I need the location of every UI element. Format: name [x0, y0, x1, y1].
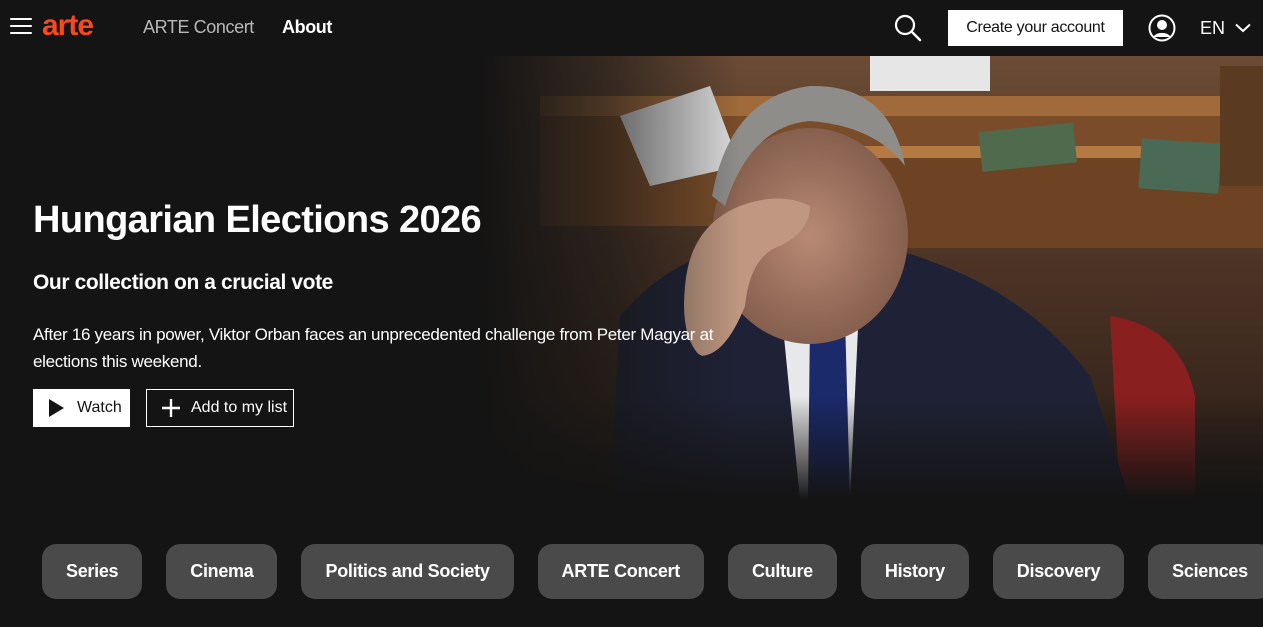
hero-title: Hungarian Elections 2026	[33, 199, 482, 241]
category-discovery[interactable]: Discovery	[992, 544, 1125, 599]
nav-link-arte-concert[interactable]: ARTE Concert	[143, 17, 254, 38]
watch-button-label: Watch	[77, 399, 122, 416]
add-to-list-label: Add to my list	[191, 399, 288, 416]
category-politics-and-society[interactable]: Politics and Society	[301, 544, 514, 599]
category-sciences[interactable]: Sciences	[1148, 544, 1263, 599]
play-icon	[49, 399, 64, 417]
hero-gradient-overlay-bottom	[480, 396, 1263, 500]
category-chips: Series Cinema Politics and Society ARTE …	[42, 544, 1263, 599]
top-navigation-bar: arte ARTE Concert About Create your acco…	[0, 0, 1263, 56]
hero-subtitle: Our collection on a crucial vote	[33, 271, 333, 294]
plus-icon	[162, 399, 180, 417]
hero-description: After 16 years in power, Viktor Orban fa…	[33, 325, 714, 371]
category-arte-concert[interactable]: ARTE Concert	[537, 544, 704, 599]
user-account-icon[interactable]	[1148, 14, 1176, 42]
chevron-down-icon	[1235, 23, 1251, 33]
category-culture[interactable]: Culture	[727, 544, 837, 599]
language-code: EN	[1200, 17, 1226, 38]
nav-link-about[interactable]: About	[282, 17, 332, 38]
hamburger-menu-icon[interactable]	[10, 18, 32, 38]
hero-banner: Hungarian Elections 2026 Our collection …	[0, 56, 1263, 500]
language-selector[interactable]: EN	[1200, 16, 1251, 40]
category-cinema[interactable]: Cinema	[166, 544, 278, 599]
watch-button[interactable]: Watch	[33, 389, 130, 427]
create-account-button[interactable]: Create your account	[948, 10, 1123, 46]
category-series[interactable]: Series	[42, 544, 143, 599]
category-history[interactable]: History	[860, 544, 969, 599]
add-to-list-button[interactable]: Add to my list	[146, 389, 294, 427]
arte-logo[interactable]: arte	[42, 6, 94, 46]
search-icon[interactable]	[893, 13, 923, 43]
